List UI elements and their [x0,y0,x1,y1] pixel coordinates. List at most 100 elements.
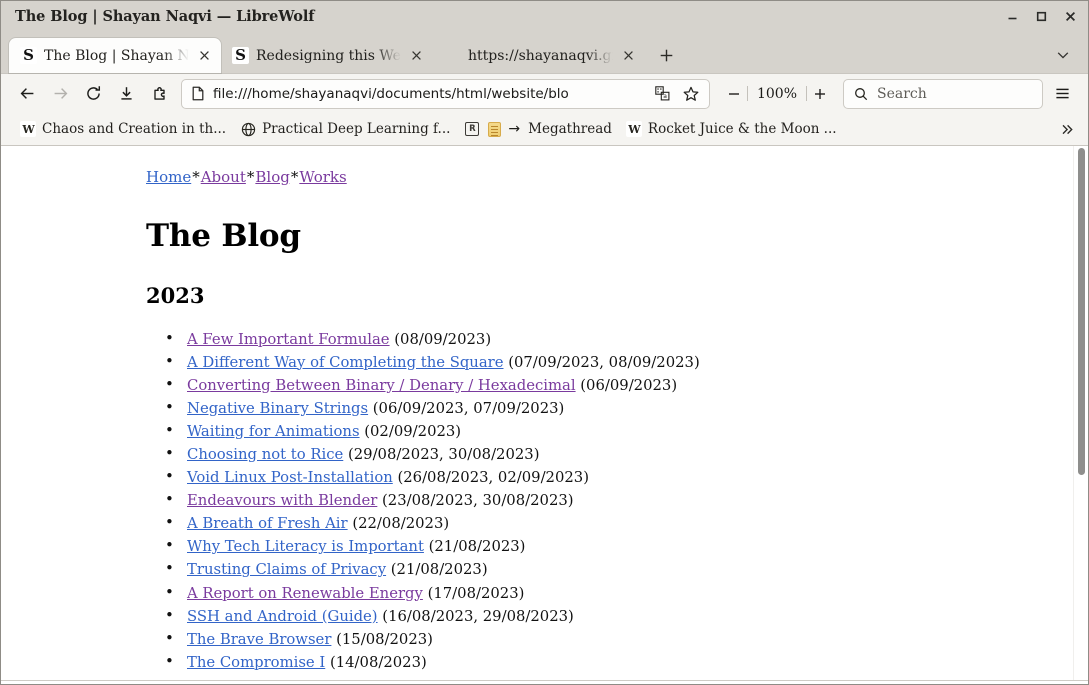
wikipedia-icon: W [20,121,36,137]
wikipedia-icon: W [625,121,642,137]
bookmark-star-icon[interactable] [681,83,702,104]
zoom-controls: 100% [721,80,833,108]
status-bar [1,680,1088,684]
close-tab-icon[interactable] [620,47,637,64]
zoom-level-label[interactable]: 100% [748,86,806,102]
translate-icon[interactable]: a [652,83,673,104]
tab-label: Redesigning this Website [256,47,401,64]
minimize-window-button[interactable] [1005,9,1020,24]
nav-link-home[interactable]: Home [146,168,191,186]
tab-shayanaqvi-github-io[interactable]: https://shayanaqvi.github.io [433,38,645,73]
bookmark-label: Megathread [528,121,612,137]
search-input[interactable]: Search [877,86,927,102]
post-link[interactable]: SSH and Android (Guide) [187,608,378,625]
post-link[interactable]: The Compromise I [187,654,325,671]
post-link[interactable]: Trusting Claims of Privacy [187,561,386,578]
post-link[interactable]: The Brave Browser [187,631,331,648]
post-link[interactable]: Endeavours with Blender [187,492,377,509]
post-list-item: Trusting Claims of Privacy (21/08/2023) [162,557,866,581]
tab-strip: S The Blog | Shayan Naqvi S Redesigning … [1,32,1088,73]
search-bar[interactable]: Search [843,78,1043,109]
list-all-tabs-button[interactable] [1052,44,1074,66]
url-input[interactable]: file:///home/shayanaqvi/documents/html/w… [213,86,644,102]
downloads-button[interactable] [110,79,143,109]
breadcrumb-separator: * [246,168,255,186]
forward-button[interactable] [44,79,77,109]
bookmark-label: Rocket Juice & the Moon ... [647,121,837,137]
post-link[interactable]: Waiting for Animations [187,423,360,440]
bookmarks-overflow-button[interactable] [1056,118,1078,140]
extensions-button[interactable] [143,79,176,109]
bookmarks-toolbar: W Chaos and Creation in th... Practical … [1,113,1088,146]
post-date: (17/08/2023) [422,584,525,602]
nav-link-blog[interactable]: Blog [255,168,289,186]
globe-icon [240,121,256,137]
post-list-item: SSH and Android (Guide) (16/08/2023, 29/… [162,604,866,628]
post-date: (02/09/2023) [359,422,462,440]
post-date: (06/09/2023, 07/09/2023) [368,399,565,417]
url-bar[interactable]: file:///home/shayanaqvi/documents/html/w… [181,78,710,109]
post-link[interactable]: Void Linux Post-Installation [187,469,393,486]
blank-favicon-icon [444,47,461,64]
title-bar: The Blog | Shayan Naqvi — LibreWolf [1,1,1088,32]
page-scrollbar[interactable] [1073,146,1088,684]
bookmark-megathread[interactable]: R → Megathread [457,118,619,140]
search-icon [854,87,868,101]
bookmark-chaos-and-creation[interactable]: W Chaos and Creation in th... [13,118,233,140]
close-tab-icon[interactable] [196,47,213,64]
scrollbar-thumb[interactable] [1078,148,1085,475]
post-link[interactable]: A Breath of Fresh Air [187,515,348,532]
tab-the-blog[interactable]: S The Blog | Shayan Naqvi [9,38,221,73]
window-title: The Blog | Shayan Naqvi — LibreWolf [15,8,315,25]
post-list-item: Converting Between Binary / Denary / Hex… [162,373,866,397]
post-date: (06/09/2023) [575,376,678,394]
post-date: (22/08/2023) [347,515,450,533]
nav-link-works[interactable]: Works [299,168,346,186]
post-link[interactable]: Choosing not to Rice [187,446,343,463]
post-list-item: Choosing not to Rice (29/08/2023, 30/08/… [162,442,866,466]
post-link[interactable]: Why Tech Literacy is Important [187,538,424,555]
maximize-window-button[interactable] [1034,9,1049,24]
bookmark-label: Chaos and Creation in th... [42,121,227,137]
post-date: (15/08/2023) [331,630,433,648]
post-date: (21/08/2023) [386,561,488,579]
post-list-item: Negative Binary Strings (06/09/2023, 07/… [162,396,866,420]
zoom-in-button[interactable] [807,80,833,108]
post-link[interactable]: A Report on Renewable Energy [187,585,423,602]
bookmark-rocket-juice-and-the-moon[interactable]: W Rocket Juice & the Moon ... [619,118,844,140]
reddit-icon: R [464,121,480,137]
bookmark-label: Practical Deep Learning f... [262,121,451,137]
post-list-item: Endeavours with Blender (23/08/2023, 30/… [162,488,866,512]
year-heading-2023: 2023 [146,282,205,308]
breadcrumb: Home*About*Blog*Works [146,168,866,188]
post-list-item: A Breath of Fresh Air (22/08/2023) [162,511,866,535]
post-link[interactable]: Negative Binary Strings [187,400,368,417]
post-list-item: Why Tech Literacy is Important (21/08/20… [162,534,866,558]
back-button[interactable] [11,79,44,109]
post-list-item: Waiting for Animations (02/09/2023) [162,419,866,443]
close-tab-icon[interactable] [408,47,425,64]
bookmark-practical-deep-learning[interactable]: Practical Deep Learning f... [233,118,457,140]
post-link[interactable]: A Different Way of Completing the Square [187,354,504,371]
tab-label: The Blog | Shayan Naqvi [44,47,189,64]
tab-redesigning-this-website[interactable]: S Redesigning this Website [221,38,433,73]
post-link[interactable]: Converting Between Binary / Denary / Hex… [187,377,576,394]
post-list: A Few Important Formulae (08/09/2023)A D… [162,326,866,674]
post-list-item: A Different Way of Completing the Square… [162,350,866,374]
new-tab-button[interactable] [651,40,681,70]
svg-text:a: a [663,93,667,100]
reload-button[interactable] [77,79,110,109]
breadcrumb-separator: * [192,168,200,186]
hamburger-menu-icon[interactable] [1047,79,1078,109]
window-controls [1005,1,1078,32]
post-link[interactable]: A Few Important Formulae [187,331,390,348]
nav-link-about[interactable]: About [201,168,246,186]
close-window-button[interactable] [1063,9,1078,24]
post-date: (29/08/2023, 30/08/2023) [343,445,540,463]
tab-label: https://shayanaqvi.github.io [468,47,613,64]
page-viewport: Home*About*Blog*Works The Blog 2023 A Fe… [1,146,1088,684]
arrow-right-icon: → [508,121,521,137]
site-logo-icon: S [20,47,37,64]
navigation-toolbar: file:///home/shayanaqvi/documents/html/w… [1,73,1088,113]
zoom-out-button[interactable] [721,80,747,108]
